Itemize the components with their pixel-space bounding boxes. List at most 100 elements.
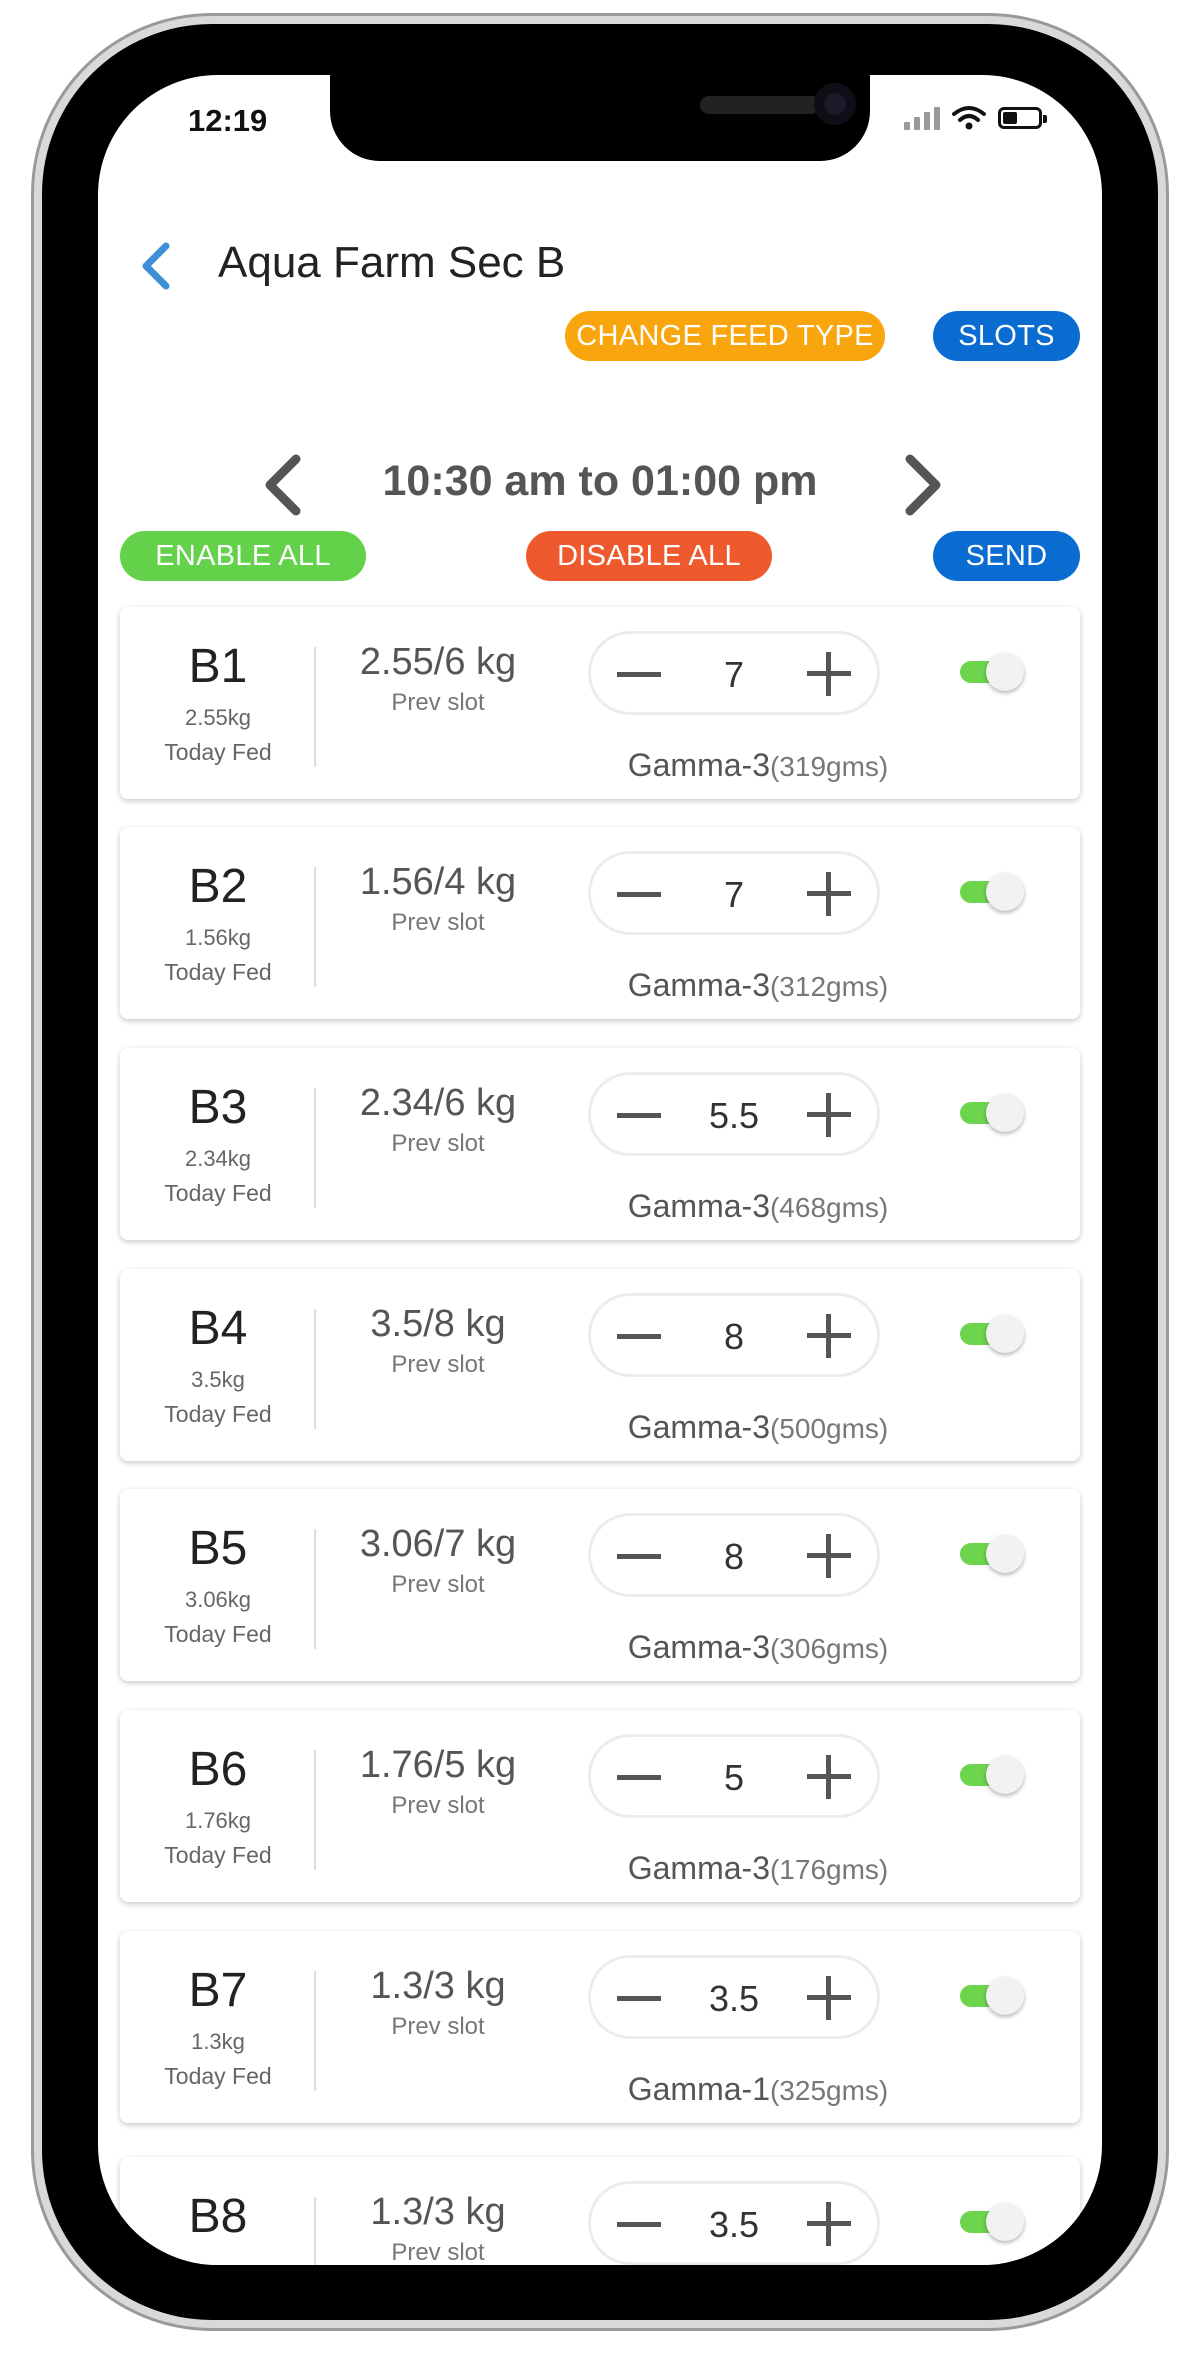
plus-button[interactable]: [807, 652, 851, 696]
quantity-value[interactable]: 7: [671, 654, 797, 696]
plus-button[interactable]: [807, 1976, 851, 2020]
today-fed-label: Today Fed: [164, 1621, 272, 1647]
divider: [314, 1309, 316, 1429]
quantity-value[interactable]: 3.5: [671, 1978, 797, 2020]
feed-grams: (176gms): [769, 1854, 889, 1885]
volume-down-button: [34, 772, 42, 942]
today-fed-label: Today Fed: [164, 1401, 272, 1427]
quantity-value[interactable]: 8: [671, 1536, 797, 1578]
pond-name: B3: [188, 1081, 248, 1134]
enable-all-button[interactable]: ENABLE ALL: [120, 531, 366, 581]
status-icons: [904, 105, 1047, 131]
minus-button[interactable]: [617, 1996, 661, 2001]
prev-slot-value: 1.56/4 kg: [359, 861, 517, 903]
divider: [314, 867, 316, 987]
minus-button[interactable]: [617, 1113, 661, 1118]
divider: [314, 2197, 316, 2265]
minus-button[interactable]: [617, 1775, 661, 1780]
quantity-value[interactable]: 5.5: [671, 1095, 797, 1137]
prev-slot-value: 3.06/7 kg: [359, 1523, 517, 1565]
disable-all-button[interactable]: DISABLE ALL: [526, 531, 772, 581]
feed-name: Gamma-3: [627, 1629, 770, 1665]
quantity-stepper: 3.5: [588, 2181, 880, 2265]
feed-grams: (312gms): [769, 971, 889, 1002]
minus-button[interactable]: [617, 1334, 661, 1339]
enable-toggle[interactable]: [960, 1535, 1024, 1573]
pond-card: B3 2.34kg Today Fed 2.34/6 kg Prev slot …: [120, 1048, 1080, 1240]
quantity-stepper: 7: [588, 851, 880, 935]
quantity-value[interactable]: 8: [671, 1316, 797, 1358]
prev-slot-value: 2.55/6 kg: [359, 641, 517, 683]
enable-toggle[interactable]: [960, 1756, 1024, 1794]
quantity-value[interactable]: 5: [671, 1757, 797, 1799]
prev-slot-value: 1.3/3 kg: [370, 2191, 506, 2233]
divider: [314, 1750, 316, 1870]
divider: [314, 647, 316, 767]
pond-name: B5: [188, 1522, 248, 1575]
feed-grams: (319gms): [769, 751, 889, 782]
minus-button[interactable]: [617, 672, 661, 677]
pond-name: B8: [188, 2190, 248, 2243]
enable-toggle[interactable]: [960, 2203, 1024, 2241]
today-fed-label: Today Fed: [164, 1842, 272, 1868]
plus-button[interactable]: [807, 2202, 851, 2246]
pond-card: B2 1.56kg Today Fed 1.56/4 kg Prev slot …: [120, 827, 1080, 1019]
change-feed-type-button[interactable]: CHANGE FEED TYPE: [565, 311, 885, 361]
prev-slot-label: Prev slot: [391, 1351, 485, 1378]
back-arrow-icon[interactable]: [136, 240, 176, 292]
page-title: Aqua Farm Sec B: [218, 238, 566, 287]
quantity-stepper: 8: [588, 1293, 880, 1377]
slot-time-range: 10:30 am to 01:00 pm: [382, 457, 818, 505]
send-button[interactable]: SEND: [933, 531, 1080, 581]
feed-type: Gamma-3(312gms): [558, 967, 958, 1004]
today-fed-value: 1.56kg: [184, 925, 252, 950]
pond-card: B7 1.3kg Today Fed 1.3/3 kg Prev slot 3.…: [120, 1931, 1080, 2123]
feed-type: Gamma-3(306gms): [558, 1629, 958, 1666]
enable-toggle[interactable]: [960, 653, 1024, 691]
enable-toggle[interactable]: [960, 873, 1024, 911]
feed-name: Gamma-3: [627, 1409, 770, 1445]
feed-type: Gamma-3(319gms): [558, 747, 958, 784]
plus-button[interactable]: [807, 872, 851, 916]
quantity-value[interactable]: 7: [671, 874, 797, 916]
minus-button[interactable]: [617, 1554, 661, 1559]
slots-button[interactable]: SLOTS: [933, 311, 1080, 361]
notch: [330, 75, 870, 161]
pond-card: B4 3.5kg Today Fed 3.5/8 kg Prev slot 8 …: [120, 1269, 1080, 1461]
feed-name: Gamma-3: [627, 967, 770, 1003]
enable-toggle[interactable]: [960, 1977, 1024, 2015]
quantity-value[interactable]: 3.5: [671, 2204, 797, 2246]
today-fed-value: 1.3kg: [191, 2029, 245, 2054]
quantity-stepper: 8: [588, 1513, 880, 1597]
today-fed-value: 2.55kg: [184, 705, 252, 730]
divider: [314, 1529, 316, 1649]
today-fed-label: Today Fed: [164, 739, 272, 765]
enable-toggle[interactable]: [960, 1315, 1024, 1353]
today-fed-label: Today Fed: [164, 1180, 272, 1206]
prev-slot-label: Prev slot: [391, 1571, 485, 1598]
feed-type: Gamma-3(500gms): [558, 1409, 958, 1446]
plus-button[interactable]: [807, 1314, 851, 1358]
prev-slot-value: 2.34/6 kg: [359, 1082, 517, 1124]
plus-button[interactable]: [807, 1093, 851, 1137]
today-fed-value: 2.34kg: [184, 1146, 252, 1171]
plus-button[interactable]: [807, 1755, 851, 1799]
feed-type: Gamma-3(176gms): [558, 1850, 958, 1887]
enable-toggle[interactable]: [960, 1094, 1024, 1132]
next-slot-arrow-icon[interactable]: [898, 453, 948, 517]
slot-selector: 10:30 am to 01:00 pm: [98, 435, 1102, 535]
plus-button[interactable]: [807, 1534, 851, 1578]
prev-slot-label: Prev slot: [391, 2013, 485, 2040]
minus-button[interactable]: [617, 892, 661, 897]
battery-icon: [998, 107, 1047, 129]
feed-grams: (500gms): [769, 1413, 889, 1444]
feed-grams: (325gms): [769, 2075, 889, 2106]
minus-button[interactable]: [617, 2222, 661, 2227]
prev-slot-value: 3.5/8 kg: [370, 1303, 506, 1345]
feed-type: Gamma-3(468gms): [558, 1188, 958, 1225]
silent-switch: [34, 390, 42, 470]
pond-card: B8 1.3/3 kg Prev slot 3.5: [120, 2157, 1080, 2265]
prev-slot-label: Prev slot: [391, 689, 485, 716]
feed-grams: (468gms): [769, 1192, 889, 1223]
prev-slot-label: Prev slot: [391, 1792, 485, 1819]
